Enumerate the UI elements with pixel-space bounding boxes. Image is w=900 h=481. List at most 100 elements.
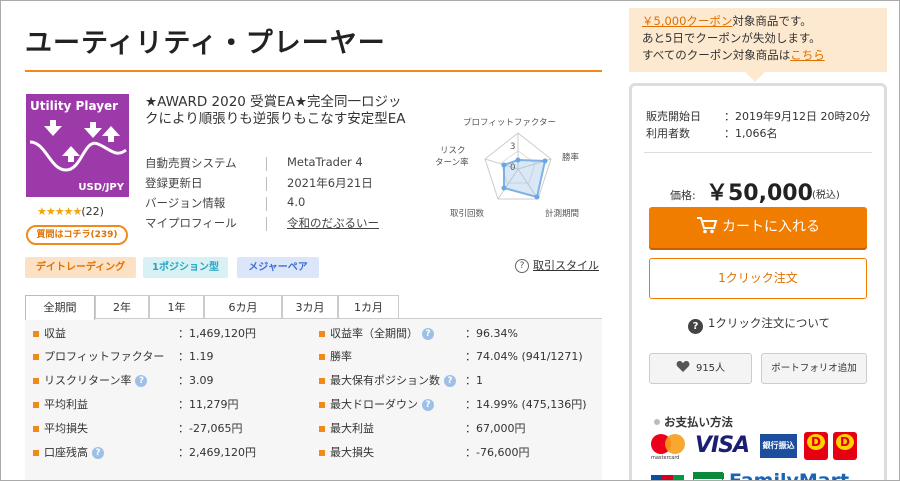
help-icon[interactable]: ? <box>92 447 104 459</box>
radar-label-risk-return-2: ターン率 <box>435 158 469 168</box>
cart-icon <box>697 217 718 234</box>
add-to-cart-button[interactable]: カートに入れる <box>649 207 867 248</box>
tab-1m[interactable]: 1カ月 <box>338 295 399 319</box>
tab-6m[interactable]: 6カ月 <box>204 295 282 319</box>
coupon-text-2: あと5日でクーポンが失効します。 <box>642 31 821 45</box>
stat-key: プロフィットファクター <box>44 350 165 363</box>
spec-divider <box>266 197 267 211</box>
stat-value: ：96.34% <box>465 327 518 340</box>
bullet-icon <box>319 402 325 408</box>
help-icon[interactable]: ? <box>135 375 148 387</box>
logo-chart-icon <box>29 120 127 172</box>
stat-value: ：-76,600円 <box>465 446 530 459</box>
spec-value: MetaTrader 4 <box>287 155 363 169</box>
radar-center-label: 0 <box>510 163 516 173</box>
familymart-mark <box>693 472 724 480</box>
title-divider <box>25 70 602 72</box>
radar-label-profit-factor: プロフィットファクター <box>463 118 556 128</box>
stat-key-text: 口座残高 <box>44 446 88 459</box>
stat-value: ：11,279円 <box>178 398 239 411</box>
users-value: ：1,066名 <box>724 127 778 140</box>
stat-value: ：-27,065円 <box>178 422 243 435</box>
mastercard-text: mastercard <box>651 455 680 461</box>
tag-daytrading[interactable]: デイトレーディング <box>25 257 136 278</box>
bullet-icon <box>33 354 39 360</box>
payment-methods-label: お支払い方法 <box>664 415 733 429</box>
bullet-icon <box>319 450 325 456</box>
tab-3m[interactable]: 3カ月 <box>282 295 338 319</box>
spec-divider <box>266 177 267 191</box>
trading-style-label: 取引スタイル <box>533 259 599 272</box>
spec-key: バージョン情報 <box>145 196 226 210</box>
stat-value: ：1.19 <box>178 350 214 363</box>
coupon-link[interactable]: ￥5,000クーポン <box>642 14 732 28</box>
bullet-icon <box>319 426 325 432</box>
radar-label-period: 計測期間 <box>545 209 580 219</box>
help-icon[interactable]: ? <box>422 328 434 340</box>
bullet-icon <box>654 419 660 425</box>
users-label: 利用者数 <box>646 127 690 140</box>
stat-key: 最大利益 <box>330 422 374 435</box>
jcb-letter: J <box>651 475 662 480</box>
divider <box>644 152 872 153</box>
radar-label-win-rate: 勝率 <box>562 153 580 163</box>
radar-label-risk-return-1: リスク <box>440 146 466 156</box>
rating-stars: ★★★★★ <box>37 205 82 218</box>
rating-count: (22) <box>81 205 104 218</box>
help-icon[interactable]: ? <box>444 375 456 387</box>
coupon-all-link[interactable]: こちら <box>790 48 825 62</box>
logo-pair: USD/JPY <box>78 182 124 193</box>
visa-logo: VISA <box>695 433 750 458</box>
jcb-letter: B <box>673 475 684 480</box>
bullet-icon <box>319 354 325 360</box>
coupon-pointer <box>745 72 765 82</box>
add-to-cart-label: カートに入れる <box>722 219 820 235</box>
price-tax: (税込) <box>812 190 840 201</box>
author-profile-link[interactable]: 令和のだぶるいー <box>287 215 379 231</box>
stat-key-text: リスクリターン率 <box>44 374 132 387</box>
spec-value: 2021年6月21日 <box>287 176 373 190</box>
trading-style-link[interactable]: ? 取引スタイル <box>515 257 599 273</box>
stat-key: 最大ドローダウン? <box>330 396 434 412</box>
mastercard-logo: mastercard <box>649 432 689 462</box>
coupon-text-1: 対象商品です。 <box>732 14 812 28</box>
product-logo: Utility Player USD/JPY <box>26 94 129 197</box>
stat-key: 平均損失 <box>44 422 88 435</box>
question-icon: ? <box>515 259 529 273</box>
purchase-panel: 販売開始日 ：2019年9月12日 20時20分 利用者数 ：1,066名 価格… <box>629 83 887 480</box>
stat-value: ：3.09 <box>178 374 214 387</box>
logo-title: Utility Player <box>30 99 119 113</box>
bullet-icon <box>319 378 325 384</box>
tab-1y[interactable]: 1年 <box>149 295 204 319</box>
product-headline: ★AWARD 2020 受賞EA★完全同一ロジックにより順張りも逆張りもこなす安… <box>145 94 406 127</box>
portfolio-add-button[interactable]: ポートフォリオ追加 <box>761 353 867 384</box>
stat-key-text: 収益率（全期間） <box>330 327 418 340</box>
dyen-logo: D <box>804 432 828 460</box>
tag-one-position[interactable]: 1ポジション型 <box>143 257 228 278</box>
price: ￥50,000 <box>706 181 813 206</box>
tag-major-pair[interactable]: メジャーペア <box>237 257 319 278</box>
dyen-daily-logo: D <box>833 432 857 460</box>
heart-icon <box>676 360 690 372</box>
stat-value: ：14.99% (475,136円) <box>465 398 587 411</box>
mastercard-circle-orange <box>665 434 685 454</box>
stat-key: 収益 <box>44 327 66 340</box>
sale-start-label: 販売開始日 <box>646 110 701 123</box>
tab-2y[interactable]: 2年 <box>95 295 149 319</box>
spec-divider <box>266 217 267 231</box>
payment-methods-title: お支払い方法 <box>654 414 733 430</box>
stat-value: ：67,000円 <box>465 422 526 435</box>
jcb-letter: C <box>662 475 673 480</box>
question-button[interactable]: 質問はコチラ(239) <box>26 225 128 245</box>
bullet-icon <box>319 331 325 337</box>
coupon-text-3: すべてのクーポン対象商品は <box>642 48 791 62</box>
help-icon[interactable]: ? <box>422 399 434 411</box>
stat-key: 勝率 <box>330 350 352 363</box>
one-click-about-link[interactable]: ? 1クリック注文について <box>688 315 830 334</box>
stat-value: ：1 <box>465 374 483 387</box>
tab-all[interactable]: 全期間 <box>25 295 95 320</box>
coupon-notice: ￥5,000クーポン対象商品です。 あと5日でクーポンが失効します。 すべてのク… <box>629 8 887 72</box>
favorite-button[interactable]: 915人 <box>649 353 752 384</box>
one-click-order-button[interactable]: 1クリック注文 <box>649 258 867 299</box>
radar-label-trades: 取引回数 <box>450 209 485 219</box>
